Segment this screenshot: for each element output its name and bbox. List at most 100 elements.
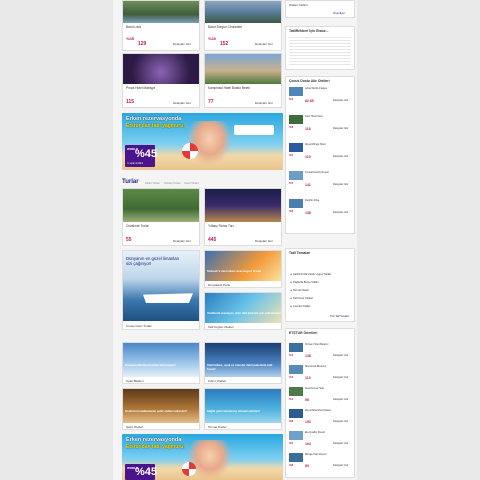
details-button[interactable]: Detayları Gör (333, 183, 348, 186)
promo-link[interactable]: Kıbrıs Otelleri (208, 379, 226, 383)
cruise-link[interactable]: Cruise Gemi Turları (126, 324, 152, 328)
list-item[interactable]: Delphin Diva %8 138 Detayları Gör (289, 199, 353, 215)
discount-badge: %5 (289, 441, 294, 445)
theme-item[interactable]: ◉ Termal Oteller (290, 289, 309, 292)
hotel-card[interactable]: Barut Lara %35 129 Detayları Gör (122, 0, 200, 51)
details-button[interactable]: Detayları Gör (333, 398, 348, 401)
promo-image (205, 343, 281, 377)
hotel-price: 119 (305, 155, 311, 159)
details-button[interactable]: Detayları Gör (333, 127, 348, 130)
cruise-ship-image (234, 125, 274, 135)
theme-item[interactable]: ◉ Tatil Köyü Otelleri (290, 297, 313, 300)
list-item[interactable]: Alva Donna Hotel %1 98 Detayları Gör (289, 387, 353, 402)
banner-headline: Erken rezervasyonda (126, 116, 182, 122)
promo-link[interactable]: Dünyaland Paris (208, 283, 230, 287)
hotel-name: Royal Alhambra Palace (305, 409, 331, 412)
discount-badge: %8 (289, 209, 294, 213)
hotel-price: 141 (305, 183, 311, 187)
cruise-card[interactable]: Dünyanın en güzel limanları sizi çağırıy… (122, 250, 200, 330)
details-button[interactable]: Detayları Gör (333, 420, 348, 423)
details-button[interactable]: Detayları Gör (255, 42, 273, 46)
details-button[interactable]: Detayları Gör (333, 442, 348, 445)
offers-box: ETSTUR Önerileri Kirman Hotel Belazur %4… (285, 328, 355, 478)
discount-badge: %8 (289, 125, 294, 129)
promo-caption: Sömestr'e özel erken rezervasyon fırsatı… (207, 269, 262, 273)
hotel-card[interactable]: Pırıza Hotel Mabiyya 115 Detayları Gör (122, 53, 200, 108)
hotel-name: Mirage Park Resort (305, 453, 327, 456)
tab-ship-tours[interactable]: Gemi Turları (184, 182, 198, 185)
hotel-price: 98 (305, 398, 309, 402)
hotel-name: Delphin Diva (305, 199, 320, 202)
hotel-name: Pırıza Hotel Mabiyya (126, 86, 156, 90)
tours-tabs: Kültür Turları Yurtdışı Turları Gemi Tur… (142, 181, 199, 185)
details-button[interactable]: Detayları Gör (333, 211, 348, 214)
promo-caption: Tatil haftası, uçak ve transfer dahil pa… (207, 363, 273, 371)
banner-subline: Etstur'dan tatil yağmuru! (126, 123, 185, 129)
promo-card[interactable]: Tatil haftası, uçak ve transfer dahil pa… (204, 342, 282, 384)
tour-name: Cezalırde Turlar (126, 224, 149, 228)
hotel-image (205, 1, 281, 23)
list-item[interactable]: Mirage Park Resort %8 89 Detayları Gör (289, 453, 353, 468)
details-button[interactable]: Detayları Gör (255, 101, 273, 105)
list-item[interactable]: Crystal Family Resort %7 141 Detayları G… (289, 171, 353, 187)
details-button[interactable]: Detayları Gör (333, 155, 348, 158)
promo-link[interactable]: Şehir Otelleri (126, 425, 143, 429)
world-badge: WORLD %45 'e varan indirim (125, 145, 157, 167)
top-info-label2[interactable]: Öneriliyor (333, 11, 345, 15)
hotel-price: 164 (305, 442, 311, 446)
beach-ball-image (182, 462, 196, 476)
details-button[interactable]: Detayları Gör (173, 101, 191, 105)
tatil-box-title: TatilRehberi İçin Etstur... (289, 29, 329, 33)
hotel-name: Royal Wings Hotel (305, 143, 326, 146)
text-lines (289, 37, 351, 65)
promo-image (123, 343, 199, 377)
promo-card[interactable]: Sömestr'e özel erken rezervasyon fırsatı… (204, 250, 282, 288)
list-item[interactable]: Club Hotel Sera %8 116 Detayları Gör (289, 115, 353, 131)
promo-link[interactable]: Termal Oteller (208, 425, 227, 429)
promo-card[interactable]: Konforlu konaklamanın şehir otelleri adr… (122, 388, 200, 430)
hotel-card[interactable]: Barut Sorgun Cennetleri %30 152 Detaylar… (204, 0, 282, 51)
promo-link[interactable]: Tatil Köyleri Otelleri (208, 325, 234, 329)
tour-card[interactable]: Yılbaşı Roma Turu 445 Detayları Gör (204, 188, 282, 246)
hotel-thumb (289, 199, 303, 208)
details-button[interactable]: Detayları Gör (333, 376, 348, 379)
list-item[interactable]: Royal Alhambra Palace %8 153 Detayları G… (289, 409, 353, 424)
themes-more-link[interactable]: Tüm Tatil Temaları (330, 315, 349, 318)
details-button[interactable]: Detayları Gör (333, 354, 348, 357)
hotel-thumb (289, 365, 303, 374)
promo-link[interactable]: Uçak Biletleri (126, 379, 144, 383)
offers-title: ETSTUR Önerileri (289, 331, 318, 335)
hotel-card[interactable]: Kampinski Hotel Bosbo Belek 77 Detayları… (204, 53, 282, 108)
list-item[interactable]: Royal Wings Hotel %5 119 Detayları Gör (289, 143, 353, 159)
list-item[interactable]: Lykia World Antalya %4 62.65 Detayları G… (289, 87, 353, 103)
list-item[interactable]: Ela Quality Resort %5 164 Detayları Gör (289, 431, 353, 446)
details-button[interactable]: Detayları Gör (255, 239, 273, 243)
world-badge: WORLD %45 (125, 464, 157, 480)
theme-item[interactable]: ◉ Plajlarda Bütçe Tatiller (290, 281, 319, 284)
promo-image (205, 251, 281, 281)
list-item[interactable]: Kirman Hotel Belazur %4 138 Detayları Gö… (289, 343, 353, 358)
tab-abroad-tours[interactable]: Yurtdışı Turları (164, 182, 181, 185)
details-button[interactable]: Detayları Gör (173, 239, 191, 243)
theme-label: Tatil Köyü Otelleri (292, 297, 314, 300)
promo-card[interactable]: Sağlık geliri tazelenme müsaat şehirleri… (204, 388, 282, 430)
promo-banner[interactable]: Erken rezervasyonda Etstur'dan tatil yağ… (122, 434, 283, 480)
details-button[interactable]: Detayları Gör (333, 99, 348, 102)
promo-caption: Kampanyalardan fırsatları kaçırmayın! (125, 363, 176, 367)
hotel-name: Barut Sorgun Cennetleri (208, 25, 243, 29)
tab-culture-tours[interactable]: Kültür Turları (145, 182, 160, 185)
details-button[interactable]: Detayları Gör (173, 42, 191, 46)
promo-banner[interactable]: Erken rezervasyonda Etstur'dan tatil yağ… (122, 113, 283, 170)
promo-card[interactable]: Uzaklarda aramayın, sizin tatil adresini… (204, 292, 282, 330)
promo-image (123, 389, 199, 423)
family-hotels-box: Çocuk Dostu Aile Otelleri Lykia World An… (285, 76, 355, 234)
discount-badge: %35 (126, 36, 135, 41)
list-item[interactable]: Sherwood Breezes %4 110 Detayları Gör (289, 365, 353, 380)
promo-caption: Konforlu konaklamanın şehir otelleri adr… (125, 409, 187, 413)
top-info-label: Otelleri Otelleri (289, 3, 308, 7)
theme-item[interactable]: ◉ Sahibinli Manzaralı Uygun Tatiller (290, 273, 331, 276)
details-button[interactable]: Detayları Gör (333, 464, 348, 467)
theme-item[interactable]: ◉ Çocuklu Tatiller (290, 305, 311, 308)
tour-card[interactable]: Cezalırde Turlar 55 Detayları Gör (122, 188, 200, 246)
promo-card[interactable]: Kampanyalardan fırsatları kaçırmayın! Uç… (122, 342, 200, 384)
